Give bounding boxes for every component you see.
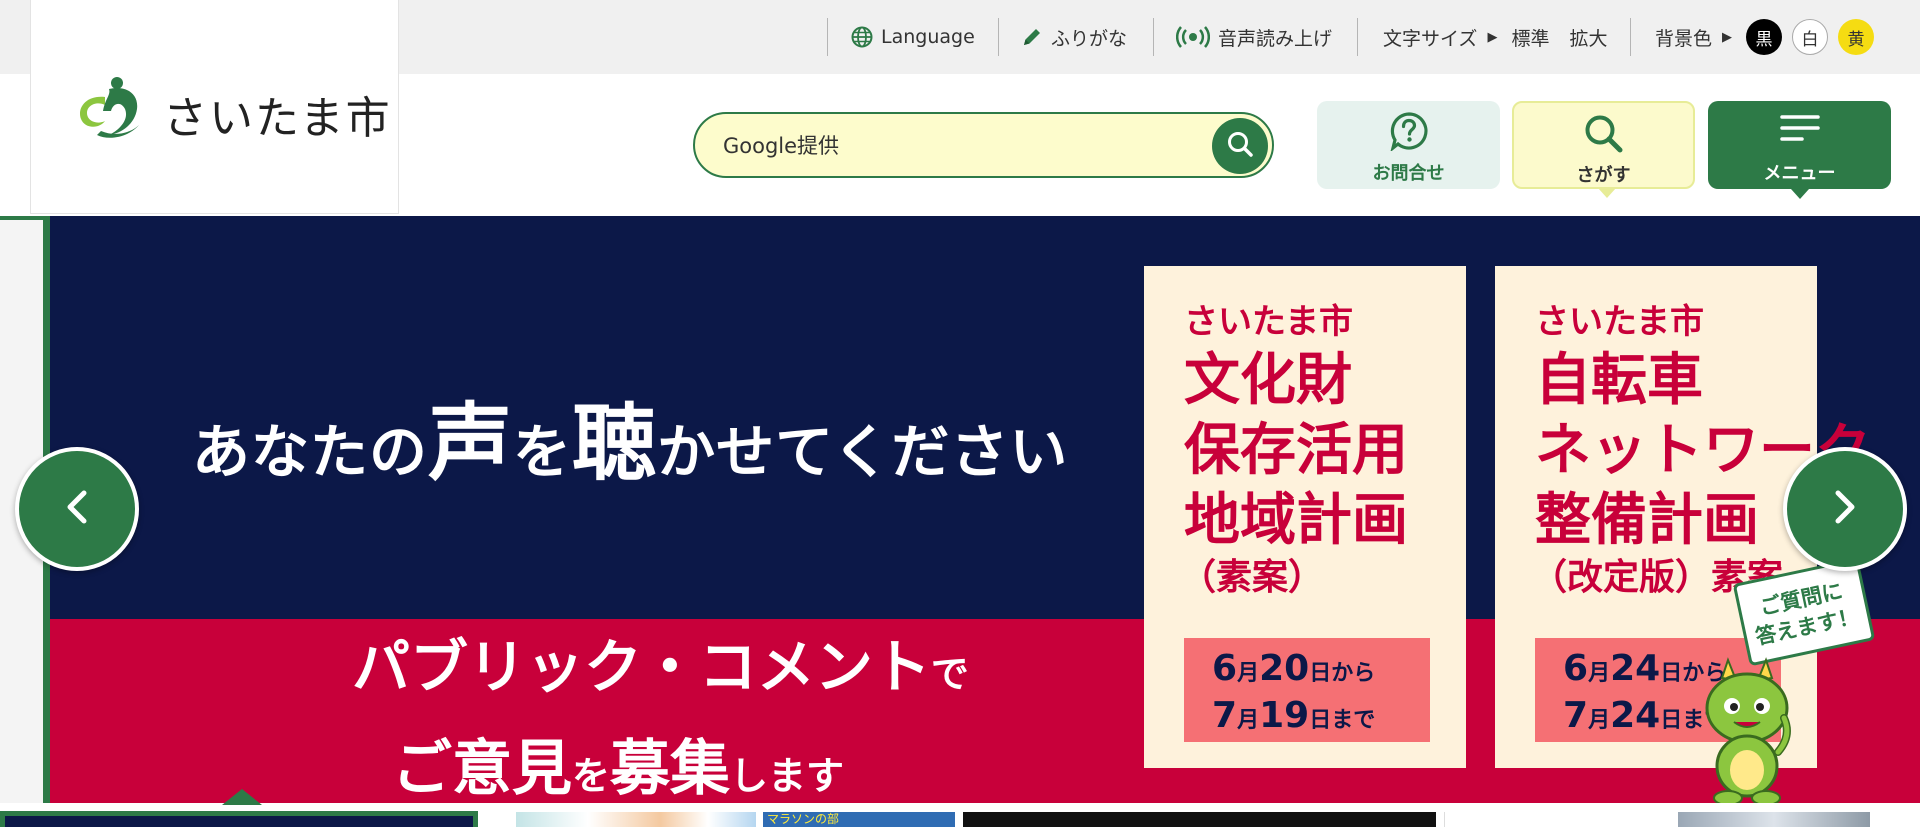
menu-button[interactable]: メニュー bbox=[1708, 101, 1891, 199]
chevron-right-icon bbox=[1830, 487, 1860, 531]
card-city: さいたま市 bbox=[1184, 302, 1353, 342]
chevron-left-icon bbox=[62, 487, 92, 531]
card-date-range: 6月20日から 7月19日まで bbox=[1184, 638, 1430, 742]
language-label: Language bbox=[881, 26, 975, 48]
hero-subheadline-1: パブリック・コメントで bbox=[352, 633, 969, 701]
bg-yellow-button[interactable]: 黄 bbox=[1838, 19, 1875, 55]
slider-thumbnail-5[interactable] bbox=[1444, 812, 1474, 827]
bg-color-label: 背景色 bbox=[1655, 27, 1713, 50]
text-size-large-button[interactable]: 拡大 bbox=[1569, 24, 1607, 51]
slider-next-button[interactable] bbox=[1783, 447, 1907, 571]
menu-label: メニュー bbox=[1763, 163, 1836, 184]
read-aloud-link[interactable]: 音声読み上げ bbox=[1176, 18, 1332, 56]
card-city: さいたま市 bbox=[1535, 302, 1704, 342]
magnifier-icon bbox=[1514, 113, 1693, 155]
divider bbox=[1630, 18, 1631, 56]
site-logo-text: さいたま市 bbox=[163, 93, 392, 144]
contact-button[interactable]: お問合せ bbox=[1317, 101, 1500, 189]
city-logo-icon bbox=[75, 75, 153, 145]
divider bbox=[1357, 18, 1358, 56]
hamburger-icon bbox=[1708, 111, 1891, 147]
slider-thumbnail-3[interactable]: マラソンの部 bbox=[763, 812, 955, 827]
slider-thumbnail-6[interactable] bbox=[1678, 812, 1870, 827]
bg-black-button[interactable]: 黒 bbox=[1746, 19, 1783, 55]
card-title: 文化財 保存活用 地域計画 bbox=[1184, 348, 1408, 553]
magnifier-icon bbox=[1226, 130, 1254, 162]
pencil-icon bbox=[1021, 26, 1043, 48]
card-note: （素案） bbox=[1180, 557, 1325, 598]
hero-slider[interactable]: あなたの声を聴かせてください パブリック・コメントで ご意見を募集します さいた… bbox=[0, 216, 1920, 803]
divider bbox=[827, 18, 828, 56]
plan-card-cultural-assets: さいたま市 文化財 保存活用 地域計画 （素案） 6月20日から 7月19日まで bbox=[1144, 266, 1466, 768]
bg-white-button[interactable]: 白 bbox=[1792, 19, 1829, 55]
language-link[interactable]: Language bbox=[851, 18, 975, 56]
triangle-right-icon: ▶ bbox=[1487, 29, 1498, 45]
text-size-label: 文字サイズ bbox=[1383, 27, 1478, 50]
text-size-standard-button[interactable]: 標準 bbox=[1511, 24, 1549, 51]
find-button[interactable]: さがす bbox=[1512, 101, 1695, 198]
slider-prev-button[interactable] bbox=[15, 447, 139, 571]
site-logo-link[interactable]: さいたま市 bbox=[30, 0, 399, 214]
furigana-label: ふりがな bbox=[1051, 27, 1128, 50]
thumbnail-label: マラソンの部 bbox=[767, 812, 840, 826]
slider-thumbnail-4[interactable] bbox=[963, 812, 1436, 827]
slider-thumbnail-2[interactable] bbox=[516, 812, 756, 827]
globe-icon bbox=[851, 26, 873, 48]
mascot-character bbox=[1692, 656, 1802, 803]
bg-color-control: 背景色 ▶ 黒 白 黄 bbox=[1655, 18, 1875, 56]
active-thumbnail-marker bbox=[222, 789, 262, 805]
triangle-right-icon: ▶ bbox=[1722, 29, 1733, 45]
question-bubble-icon bbox=[1317, 111, 1500, 151]
furigana-link[interactable]: ふりがな bbox=[1021, 18, 1127, 56]
search-button[interactable] bbox=[1212, 118, 1268, 174]
search-input[interactable] bbox=[723, 130, 1193, 162]
hero-subheadline-2: ご意見を募集します bbox=[392, 734, 845, 803]
divider bbox=[998, 18, 999, 56]
hero-headline: あなたの声を聴かせてください bbox=[192, 394, 1069, 492]
contact-label: お問合せ bbox=[1372, 163, 1445, 184]
slider-thumbnail-1[interactable] bbox=[0, 811, 478, 827]
site-search bbox=[693, 112, 1274, 178]
text-size-control: 文字サイズ ▶ 標準 拡大 bbox=[1383, 18, 1627, 56]
broadcast-icon bbox=[1176, 26, 1210, 48]
read-aloud-label: 音声読み上げ bbox=[1218, 27, 1333, 50]
find-label: さがす bbox=[1576, 165, 1631, 186]
divider bbox=[1153, 18, 1154, 56]
